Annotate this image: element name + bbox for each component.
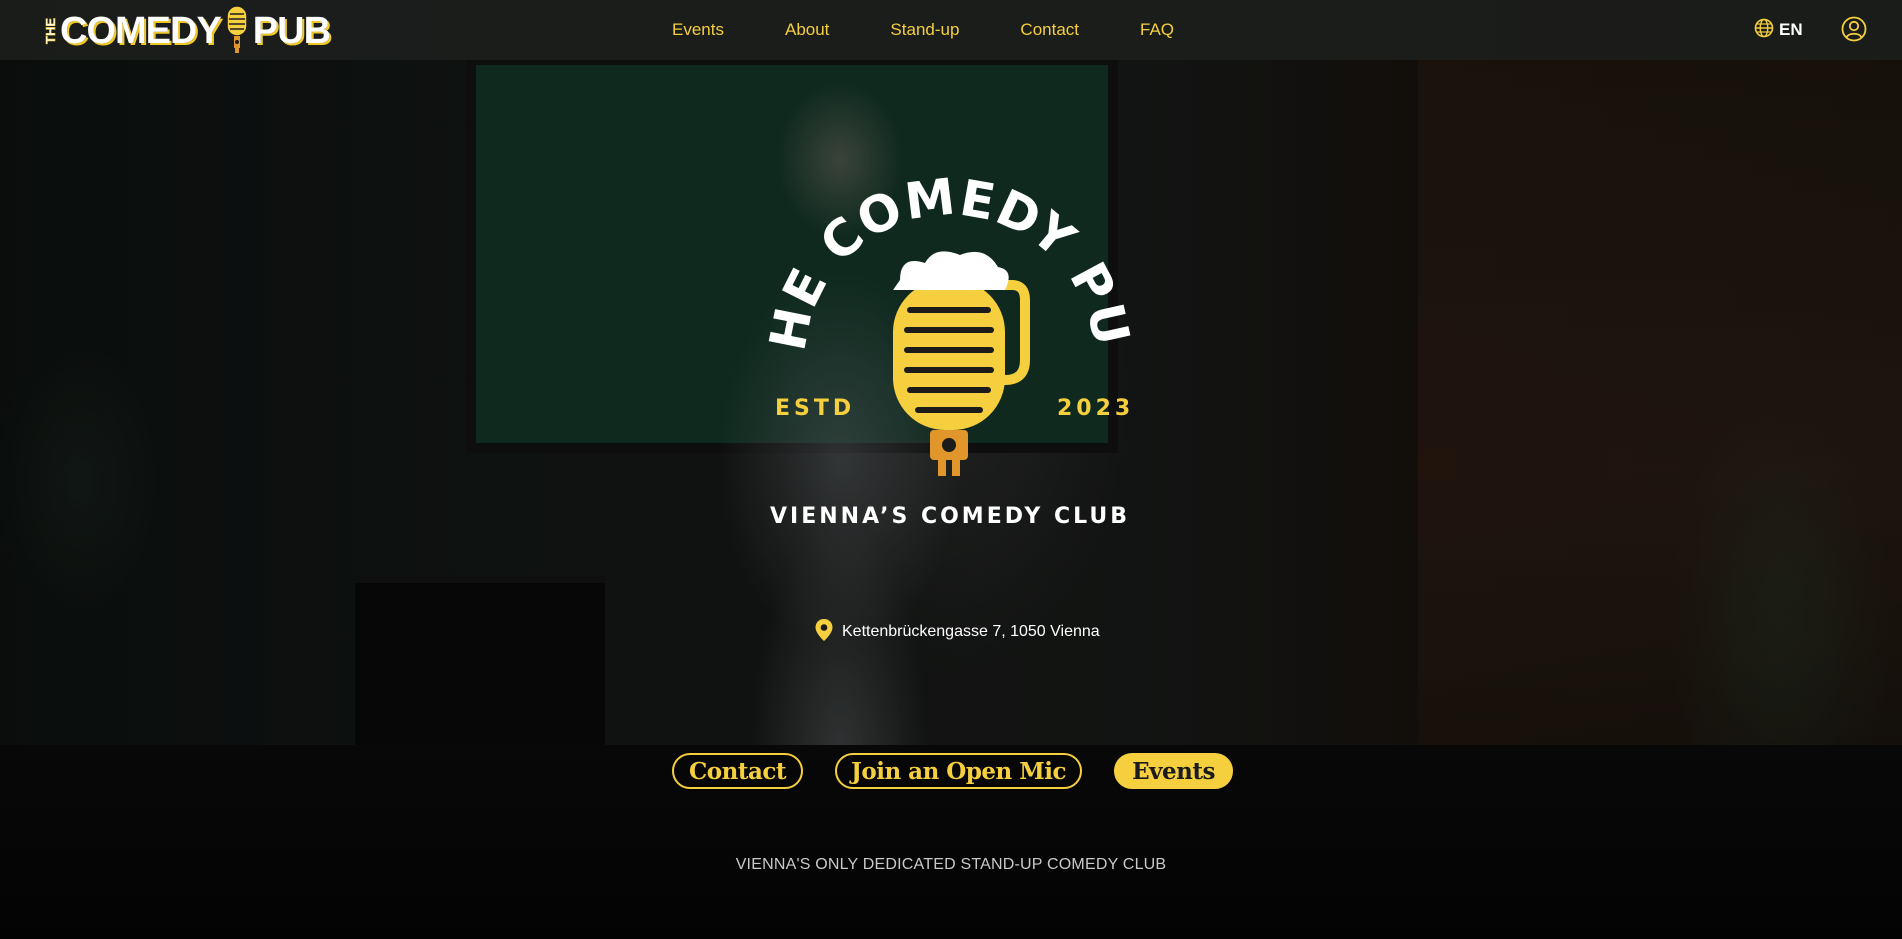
nav-link-about[interactable]: About <box>785 20 829 40</box>
brand-word-pub: PUB <box>252 10 331 52</box>
brand-word-comedy: COMEDY <box>60 10 222 52</box>
events-button[interactable]: Events <box>1114 753 1233 789</box>
address-line: Kettenbrückengasse 7, 1050 Vienna <box>814 618 1100 646</box>
brand-the: THE <box>43 18 59 45</box>
language-switcher[interactable]: EN <box>1754 18 1803 42</box>
hero-logo: THE COMEDY PUB ESTD <box>740 109 1140 535</box>
top-navbar: THE COMEDY PUB Events About Stand-up Con… <box>0 0 1902 60</box>
map-pin-icon <box>814 618 834 646</box>
contact-button[interactable]: Contact <box>672 753 803 789</box>
microphone-mug-icon <box>893 251 1030 476</box>
globe-icon <box>1754 18 1774 42</box>
main-nav: Events About Stand-up Contact FAQ <box>672 0 1174 60</box>
user-account-button[interactable] <box>1841 16 1867 42</box>
user-circle-icon <box>1841 16 1867 46</box>
brand-logo[interactable]: THE COMEDY PUB <box>43 4 331 58</box>
cta-buttons: Contact Join an Open Mic Events <box>0 753 1902 793</box>
estd-year: 2023 <box>1057 396 1134 421</box>
estd-label: ESTD <box>775 396 855 421</box>
microphone-icon <box>224 4 250 58</box>
nav-link-contact[interactable]: Contact <box>1020 20 1079 40</box>
hero-section: THE COMEDY PUB Events About Stand-up Con… <box>0 0 1902 939</box>
hero-tagline: VIENNA’S COMEDY CLUB <box>770 504 1130 529</box>
nav-link-events[interactable]: Events <box>672 20 724 40</box>
join-open-mic-button[interactable]: Join an Open Mic <box>835 753 1082 789</box>
nav-link-stand-up[interactable]: Stand-up <box>890 20 959 40</box>
nav-link-faq[interactable]: FAQ <box>1140 20 1174 40</box>
hero-slogan: VIENNA'S ONLY DEDICATED STAND-UP COMEDY … <box>735 856 1167 873</box>
language-code: EN <box>1779 20 1803 39</box>
address-text: Kettenbrückengasse 7, 1050 Vienna <box>842 623 1100 640</box>
